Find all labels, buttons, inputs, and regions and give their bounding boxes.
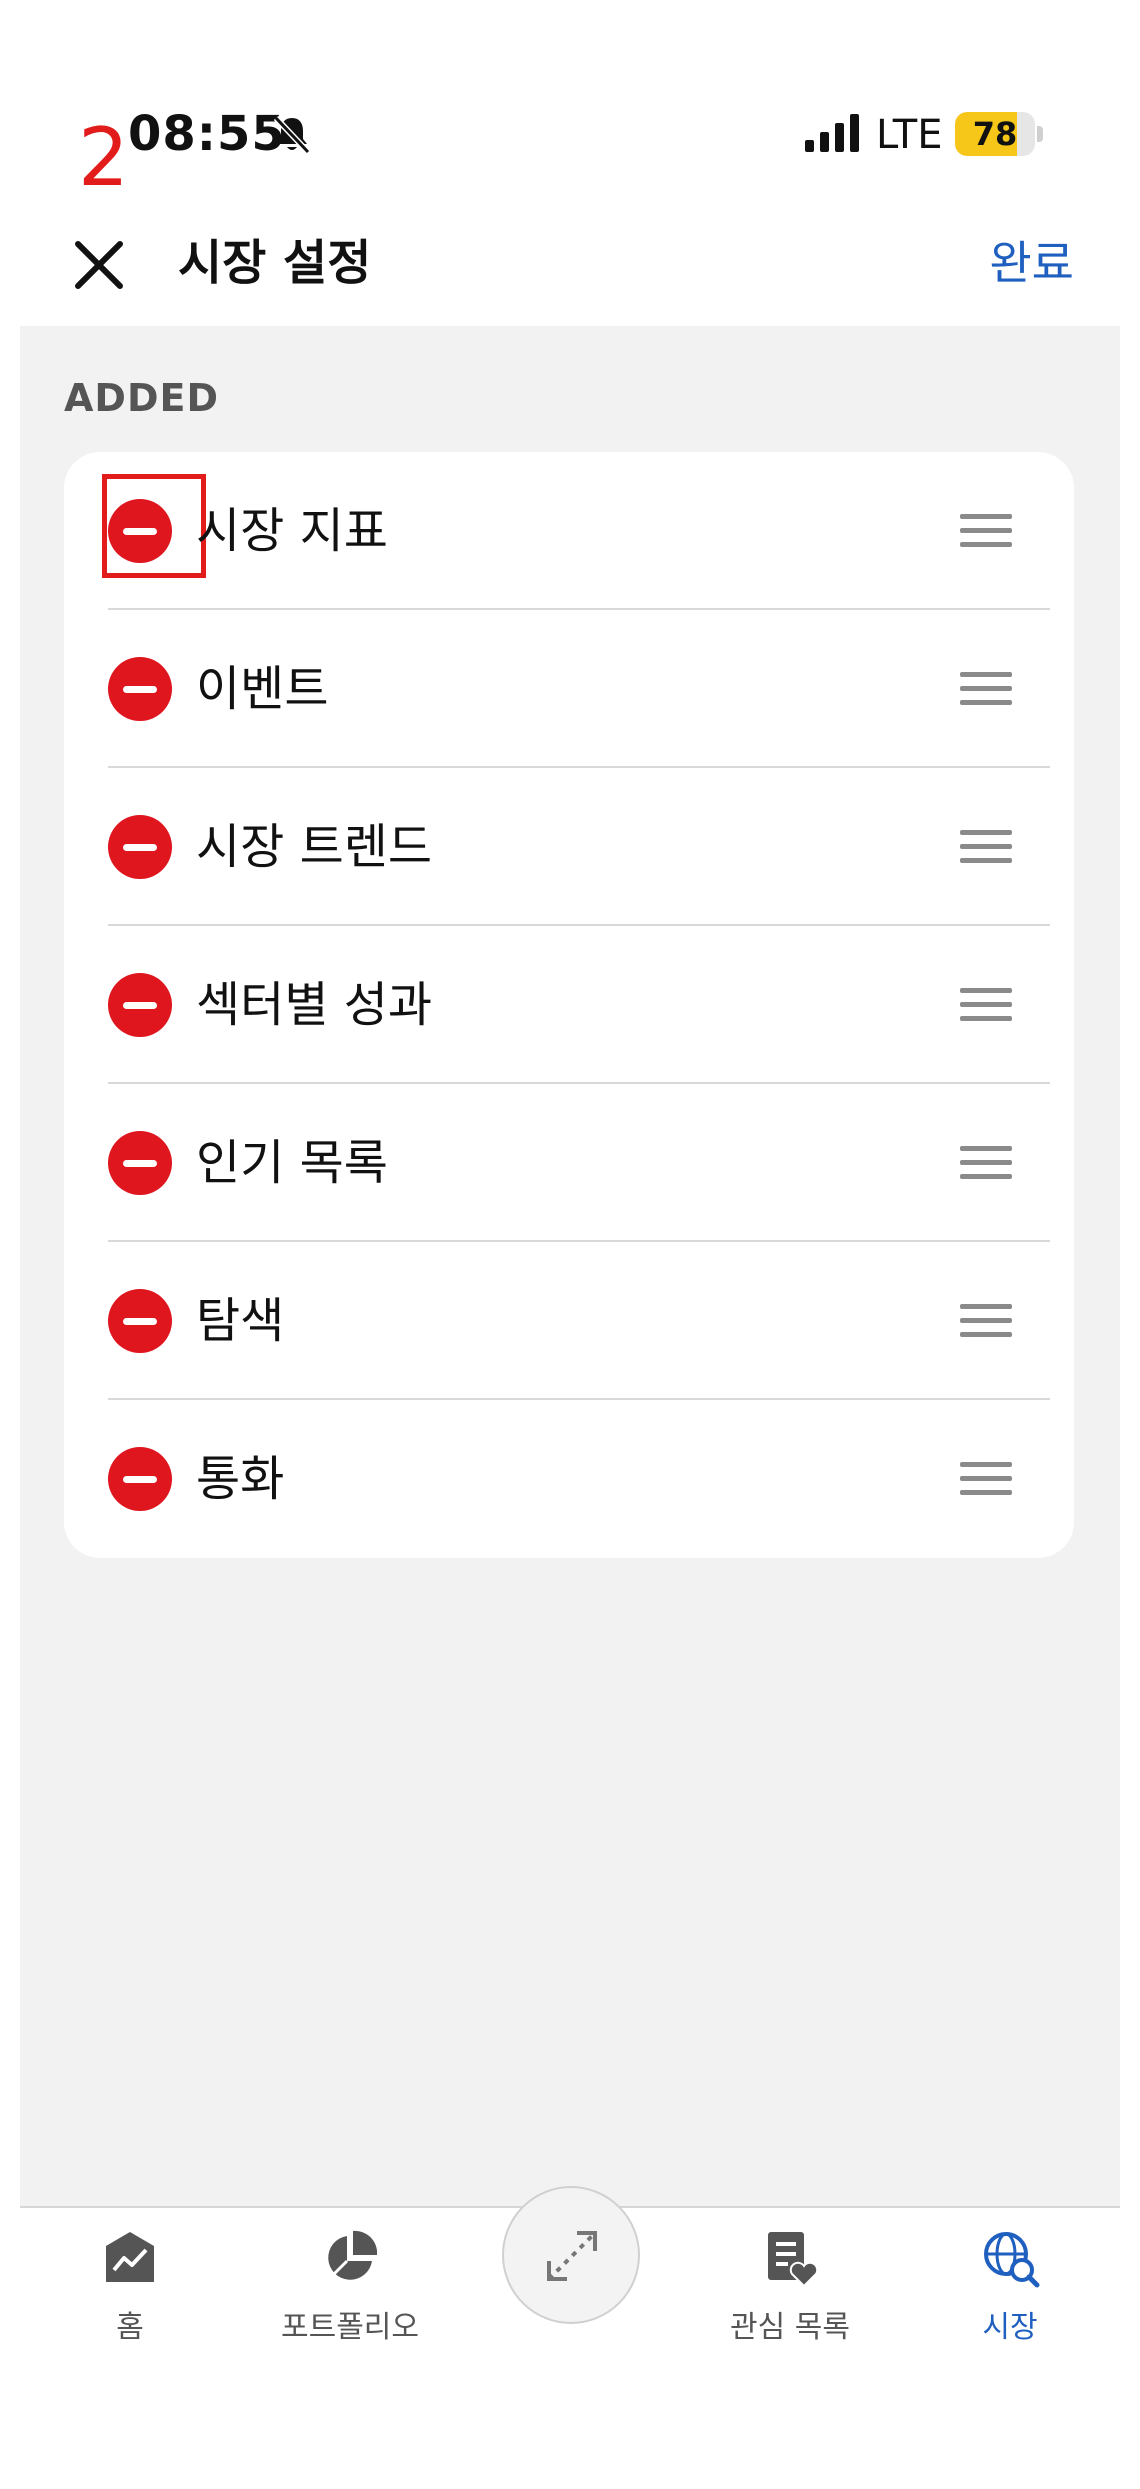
list-item-label: 섹터별 성과	[196, 977, 433, 1033]
remove-button[interactable]	[108, 657, 172, 721]
navigation-bar: 시장 설정 완료	[0, 200, 1140, 326]
tab-label: 홈	[116, 2310, 144, 2345]
tab-label: 관심 목록	[730, 2310, 850, 2345]
drag-handle-icon[interactable]	[960, 1462, 1012, 1496]
list-item: 탐색	[64, 1242, 1074, 1400]
globe-search-icon	[984, 2232, 1040, 2288]
drag-handle-icon[interactable]	[960, 1304, 1012, 1338]
status-time: 08:55	[128, 106, 286, 162]
remove-button[interactable]	[108, 815, 172, 879]
close-icon[interactable]	[64, 230, 134, 300]
expand-button[interactable]	[502, 2186, 640, 2324]
remove-button[interactable]	[108, 1447, 172, 1511]
list-item-label: 통화	[196, 1451, 285, 1507]
remove-button[interactable]	[108, 1131, 172, 1195]
list-item: 시장 트렌드	[64, 768, 1074, 926]
remove-button[interactable]	[108, 499, 172, 563]
list-item: 이벤트	[64, 610, 1074, 768]
list-item: 시장 지표	[64, 452, 1074, 610]
battery-icon: 78	[955, 112, 1045, 156]
drag-handle-icon[interactable]	[960, 988, 1012, 1022]
tab-label: 포트폴리오	[281, 2310, 419, 2345]
watchlist-icon	[768, 2232, 819, 2288]
remove-button[interactable]	[108, 973, 172, 1037]
drag-handle-icon[interactable]	[960, 514, 1012, 548]
page-title: 시장 설정	[178, 235, 372, 291]
list-item: 인기 목록	[64, 1084, 1074, 1242]
added-list-card: 시장 지표 이벤트 시장 트렌드 섹터별 성과 인기 목록 탐색 통화	[64, 452, 1074, 1558]
settings-content: ADDED 시장 지표 이벤트 시장 트렌드 섹터별 성과 인기 목록 탐색 통…	[20, 326, 1120, 2206]
tab-watchlist[interactable]: 관심 목록	[700, 2206, 880, 2376]
chart-home-icon	[106, 2232, 154, 2282]
signal-strength-icon	[805, 114, 859, 152]
drag-handle-icon[interactable]	[960, 1146, 1012, 1180]
list-item: 통화	[64, 1400, 1074, 1558]
bell-muted-icon	[273, 115, 311, 155]
remove-button[interactable]	[108, 1289, 172, 1353]
drag-handle-icon[interactable]	[960, 830, 1012, 864]
list-item-label: 시장 지표	[196, 503, 388, 559]
list-item-label: 이벤트	[196, 661, 329, 717]
list-item-label: 탐색	[196, 1293, 285, 1349]
tab-portfolio[interactable]: 포트폴리오	[260, 2206, 440, 2376]
bottom-tab-bar: 홈 포트폴리오 관심 목록 시장	[0, 2186, 1140, 2489]
network-type: LTE	[876, 112, 943, 158]
pie-chart-icon	[328, 2230, 378, 2280]
drag-handle-icon[interactable]	[960, 672, 1012, 706]
annotation-step-number: 2	[78, 111, 129, 204]
expand-arrows-icon	[547, 2231, 597, 2281]
tab-label: 시장	[982, 2310, 1038, 2345]
list-item: 섹터별 성과	[64, 926, 1074, 1084]
tab-market[interactable]: 시장	[920, 2206, 1100, 2376]
battery-level: 78	[972, 115, 1018, 153]
done-button[interactable]: 완료	[989, 230, 1074, 296]
list-item-label: 시장 트렌드	[196, 819, 433, 875]
section-label-added: ADDED	[64, 376, 219, 420]
tab-home[interactable]: 홈	[40, 2206, 220, 2376]
list-item-label: 인기 목록	[196, 1135, 388, 1191]
